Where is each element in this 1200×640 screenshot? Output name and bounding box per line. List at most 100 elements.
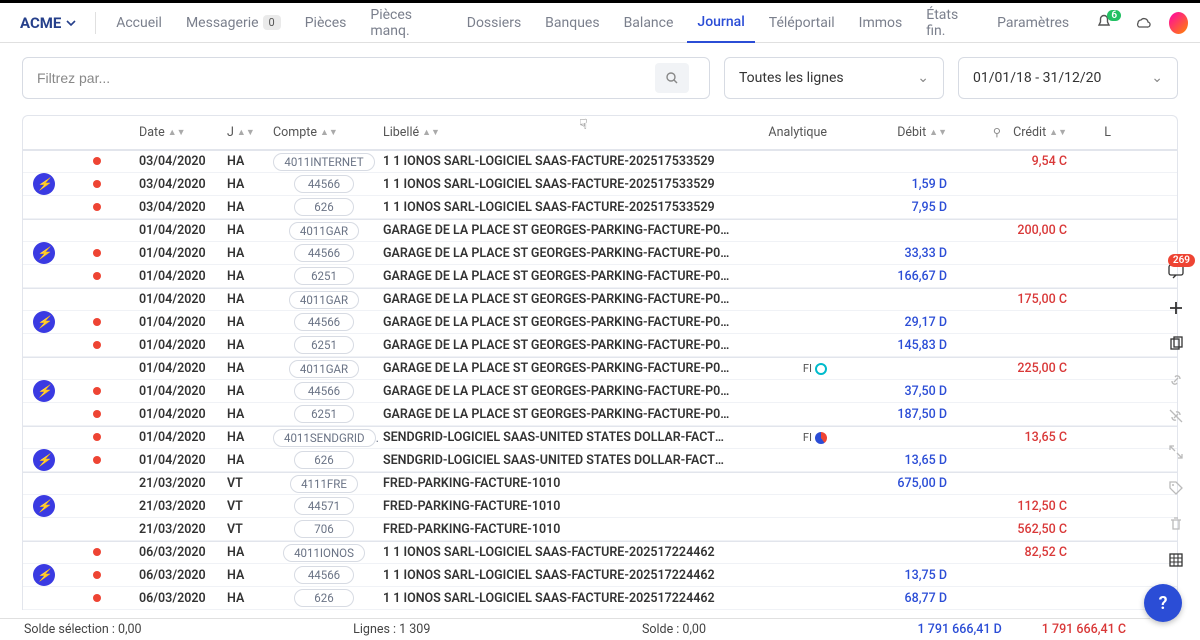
nav-item-immos[interactable]: Immos bbox=[849, 3, 913, 43]
table-row[interactable]: 06/03/2020HA4011IONOS1 1 IONOS SARL-LOGI… bbox=[23, 541, 1177, 564]
nav-item--tats-fin-[interactable]: États fin. bbox=[916, 3, 983, 43]
cell-j: HA bbox=[223, 453, 269, 468]
table-row[interactable]: ⚡01/04/2020HA44566GARAGE DE LA PLACE ST … bbox=[23, 380, 1177, 403]
rail-copy-icon[interactable] bbox=[1168, 336, 1184, 356]
nav-item-journal[interactable]: Journal bbox=[687, 3, 754, 43]
bolt-icon[interactable]: ⚡ bbox=[33, 564, 55, 586]
help-fab[interactable]: ? bbox=[1144, 584, 1182, 622]
col-libelle[interactable]: Libellé▲▼ bbox=[379, 125, 735, 140]
avatar[interactable] bbox=[1169, 12, 1188, 34]
table-header: Date▲▼ J▲▼ Compte▲▼☟ Libellé▲▼ Analytiqu… bbox=[23, 116, 1177, 150]
account-chip[interactable]: 6251 bbox=[294, 267, 354, 285]
account-chip[interactable]: 44566 bbox=[294, 175, 354, 193]
nav-item-balance[interactable]: Balance bbox=[614, 3, 684, 43]
lines-filter-select[interactable]: Toutes les lignes ⌄ bbox=[724, 57, 944, 99]
nav-item-messagerie[interactable]: Messagerie0 bbox=[176, 3, 291, 43]
col-l[interactable]: L bbox=[1071, 125, 1115, 140]
table-row[interactable]: ⚡03/04/2020HA445661 1 IONOS SARL-LOGICIE… bbox=[23, 173, 1177, 196]
rail-expand-icon[interactable] bbox=[1168, 444, 1184, 464]
col-debit[interactable]: Débit▲▼ bbox=[831, 125, 951, 140]
col-compte[interactable]: Compte▲▼☟ bbox=[269, 125, 379, 140]
nav-item-banques[interactable]: Banques bbox=[535, 3, 609, 43]
analytic-circle-icon bbox=[815, 363, 827, 375]
account-chip[interactable]: 4011IONOS bbox=[283, 544, 365, 562]
account-chip[interactable]: 44571 bbox=[294, 497, 354, 515]
cell-debit: 166,67 D bbox=[831, 269, 951, 284]
table-row[interactable]: 21/03/2020VT4111FREFRED-PARKING-FACTURE-… bbox=[23, 472, 1177, 495]
analytic-tag[interactable]: FI bbox=[803, 362, 827, 375]
table-row[interactable]: ⚡01/04/2020HA44566GARAGE DE LA PLACE ST … bbox=[23, 242, 1177, 265]
account-chip[interactable]: 626 bbox=[294, 198, 354, 216]
account-chip[interactable]: 44566 bbox=[294, 566, 354, 584]
cell-date: 01/04/2020 bbox=[135, 269, 223, 284]
rail-trash-icon[interactable] bbox=[1168, 516, 1184, 536]
rail-comments-icon[interactable]: 269 bbox=[1167, 262, 1185, 284]
table-row[interactable]: 06/03/2020HA6261 1 IONOS SARL-LOGICIEL S… bbox=[23, 587, 1177, 610]
table-row[interactable]: 01/04/2020HA4011GARGARAGE DE LA PLACE ST… bbox=[23, 288, 1177, 311]
account-chip[interactable]: 6251 bbox=[294, 405, 354, 423]
table-row[interactable]: 01/04/2020HA4011SENDGRIDSENDGRID-LOGICIE… bbox=[23, 426, 1177, 449]
account-chip[interactable]: 44566 bbox=[294, 382, 354, 400]
rail-unlink-icon[interactable] bbox=[1168, 408, 1184, 428]
col-analytique[interactable]: Analytique bbox=[735, 125, 831, 140]
rail-link-icon[interactable] bbox=[1168, 372, 1184, 392]
nav-item-accueil[interactable]: Accueil bbox=[106, 3, 172, 43]
nav-item-pi-ces-manq-[interactable]: Pièces manq. bbox=[360, 3, 452, 43]
account-chip[interactable]: 626 bbox=[294, 451, 354, 469]
account-chip[interactable]: 4011GAR bbox=[289, 360, 359, 378]
account-chip[interactable]: 626 bbox=[294, 589, 354, 607]
bolt-icon[interactable]: ⚡ bbox=[33, 449, 55, 471]
account-chip[interactable]: 4111FRE bbox=[290, 475, 358, 493]
date-range-select[interactable]: 01/01/18 - 31/12/20 ⌄ bbox=[958, 57, 1178, 99]
brand-selector[interactable]: ACME bbox=[12, 14, 85, 32]
col-j[interactable]: J▲▼ bbox=[223, 125, 269, 140]
rail-add-icon[interactable] bbox=[1168, 300, 1184, 320]
table-row[interactable]: 01/04/2020HA6251GARAGE DE LA PLACE ST GE… bbox=[23, 334, 1177, 357]
table-row[interactable]: ⚡21/03/2020VT44571FRED-PARKING-FACTURE-1… bbox=[23, 495, 1177, 518]
table-row[interactable]: 21/03/2020VT706FRED-PARKING-FACTURE-1010… bbox=[23, 518, 1177, 541]
search-button[interactable] bbox=[655, 63, 689, 93]
table-row[interactable]: 01/04/2020HA6251GARAGE DE LA PLACE ST GE… bbox=[23, 265, 1177, 288]
table-row[interactable]: 01/04/2020HA4011GARGARAGE DE LA PLACE ST… bbox=[23, 219, 1177, 242]
account-chip[interactable]: 4011GAR bbox=[289, 222, 359, 240]
table-row[interactable]: ⚡06/03/2020HA445661 1 IONOS SARL-LOGICIE… bbox=[23, 564, 1177, 587]
cloud-sync-icon[interactable] bbox=[1125, 12, 1159, 34]
table-row[interactable]: 03/04/2020HA4011INTERNET1 1 IONOS SARL-L… bbox=[23, 150, 1177, 173]
analytic-tag[interactable]: FI bbox=[803, 431, 827, 444]
rail-grid-icon[interactable] bbox=[1168, 552, 1184, 572]
account-chip[interactable]: 44566 bbox=[294, 313, 354, 331]
nav-item-pi-ces[interactable]: Pièces bbox=[295, 3, 357, 43]
account-chip[interactable]: 4011GAR bbox=[289, 291, 359, 309]
account-chip[interactable]: 44566 bbox=[294, 244, 354, 262]
bolt-icon[interactable]: ⚡ bbox=[33, 380, 55, 402]
table-row[interactable]: 01/04/2020HA4011GARGARAGE DE LA PLACE ST… bbox=[23, 357, 1177, 380]
cell-libelle: 1 1 IONOS SARL-LOGICIEL SAAS-FACTURE-202… bbox=[379, 154, 735, 169]
status-dot bbox=[93, 410, 101, 418]
bolt-icon[interactable]: ⚡ bbox=[33, 173, 55, 195]
bolt-icon[interactable]: ⚡ bbox=[33, 242, 55, 264]
nav-item-t-l-portail[interactable]: Téléportail bbox=[759, 3, 845, 43]
account-chip[interactable]: 6251 bbox=[294, 336, 354, 354]
notifications-icon[interactable]: 6 bbox=[1087, 12, 1121, 34]
sort-icon: ▲▼ bbox=[237, 130, 255, 136]
rail-tag-icon[interactable] bbox=[1168, 480, 1184, 500]
account-chip[interactable]: 4011SENDGRID bbox=[273, 429, 376, 447]
bolt-icon[interactable]: ⚡ bbox=[33, 311, 55, 333]
table-row[interactable]: ⚡01/04/2020HA44566GARAGE DE LA PLACE ST … bbox=[23, 311, 1177, 334]
col-date[interactable]: Date▲▼ bbox=[135, 125, 223, 140]
cell-j: HA bbox=[223, 430, 269, 445]
account-chip[interactable]: 706 bbox=[294, 520, 354, 538]
table-row[interactable]: 03/04/2020HA6261 1 IONOS SARL-LOGICIEL S… bbox=[23, 196, 1177, 219]
nav-item-param-tres[interactable]: Paramètres bbox=[987, 3, 1079, 43]
table-row[interactable]: ⚡01/04/2020HA626SENDGRID-LOGICIEL SAAS-U… bbox=[23, 449, 1177, 472]
account-chip[interactable]: 4011INTERNET bbox=[273, 153, 374, 171]
nav-item-dossiers[interactable]: Dossiers bbox=[457, 3, 531, 43]
col-credit[interactable]: ⚲ Crédit▲▼ bbox=[951, 125, 1071, 140]
cell-libelle: FRED-PARKING-FACTURE-1010 bbox=[379, 522, 735, 537]
bolt-icon[interactable]: ⚡ bbox=[33, 495, 55, 517]
filter-icon[interactable]: ⚲ bbox=[993, 126, 1001, 139]
table-row[interactable]: 01/04/2020HA6251GARAGE DE LA PLACE ST GE… bbox=[23, 403, 1177, 426]
cell-debit: 675,00 D bbox=[831, 476, 951, 491]
filter-input[interactable] bbox=[37, 70, 655, 86]
cell-credit: 9,54 C bbox=[951, 154, 1071, 169]
